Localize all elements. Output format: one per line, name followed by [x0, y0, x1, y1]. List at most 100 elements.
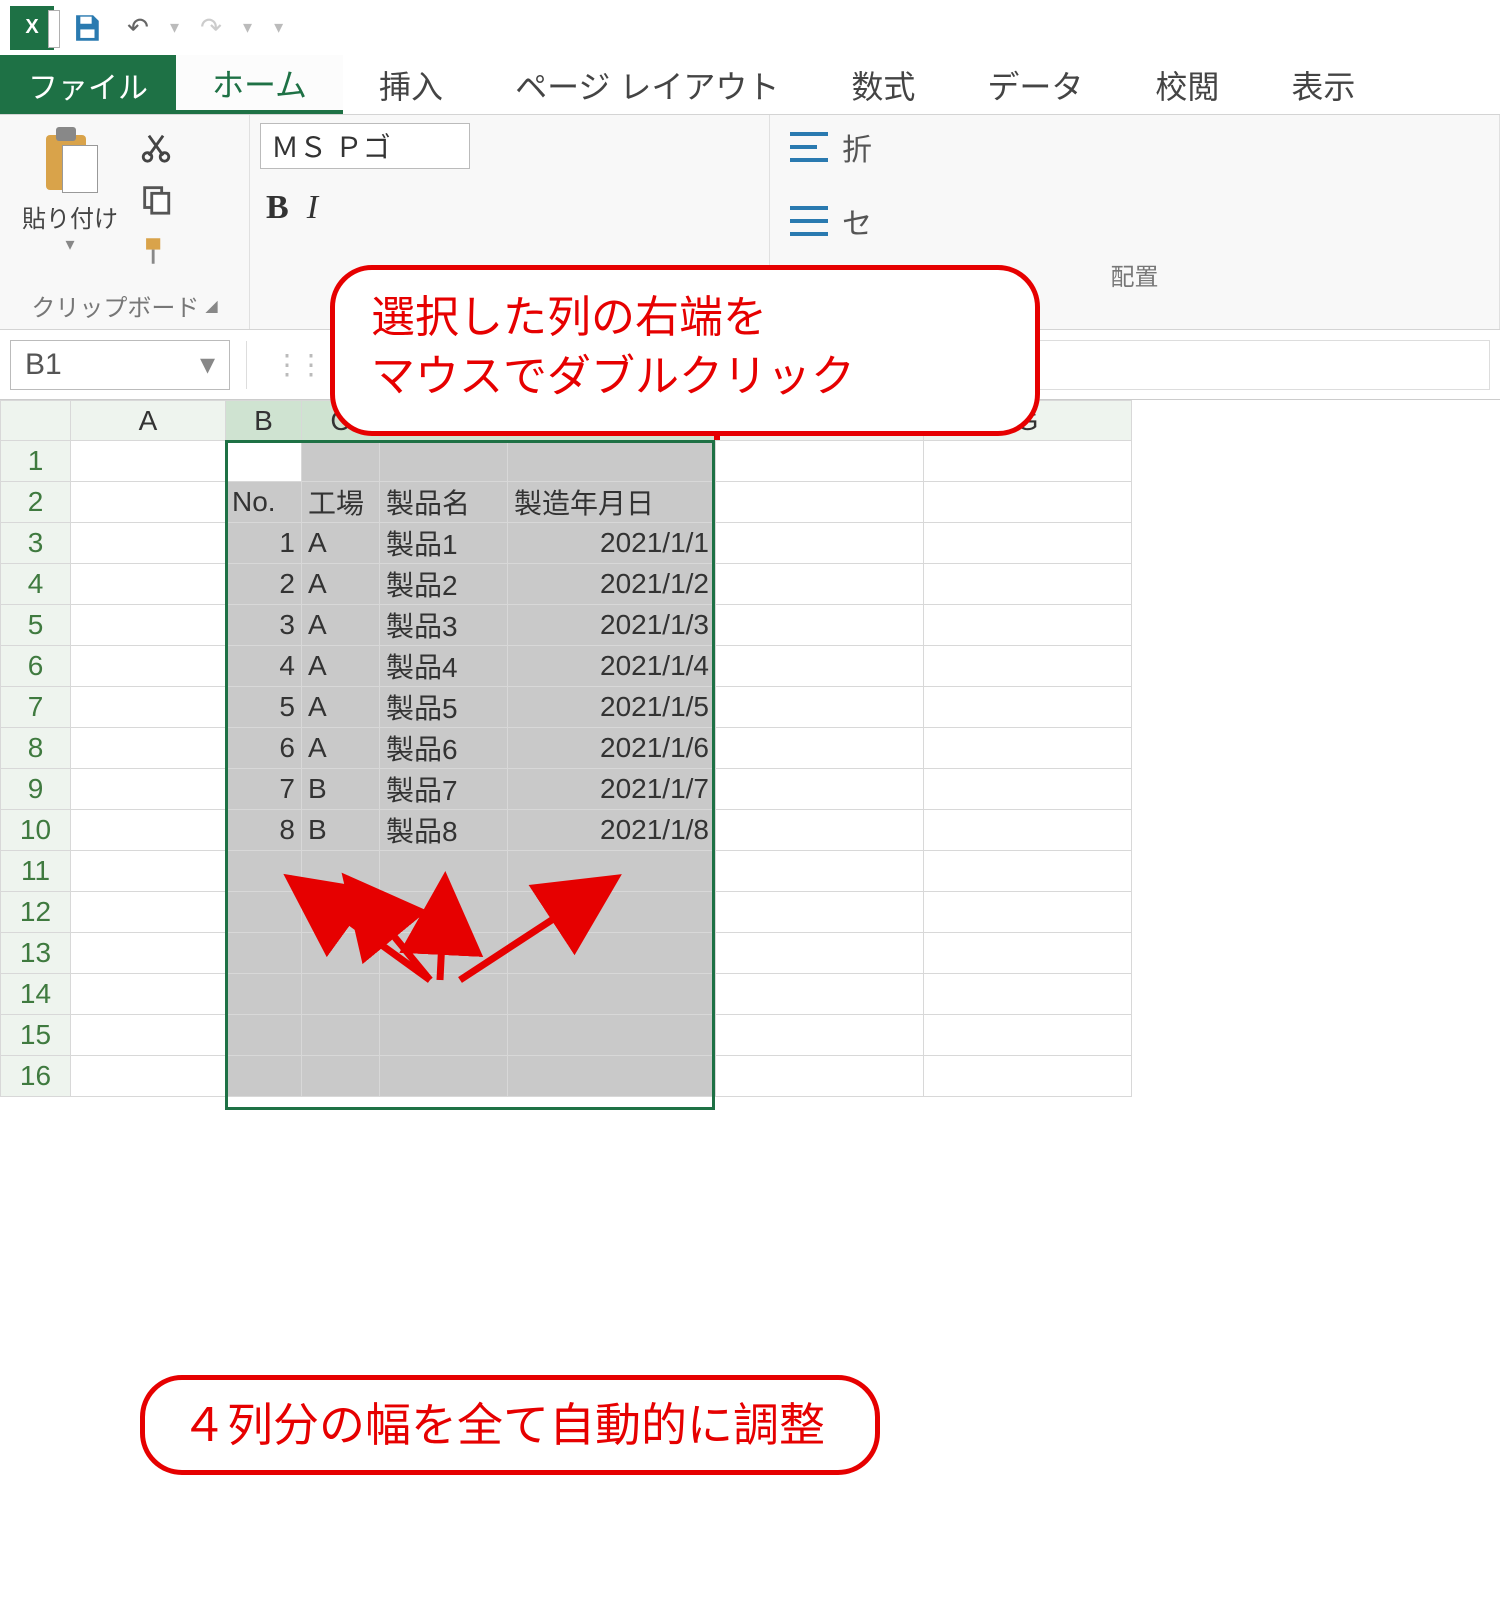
cell[interactable]: [924, 892, 1132, 933]
cell-selected[interactable]: A: [302, 605, 380, 646]
cell-selected[interactable]: [302, 1015, 380, 1056]
col-header-b[interactable]: B: [226, 401, 302, 441]
grid-row[interactable]: 1: [1, 441, 1132, 482]
row-header[interactable]: 5: [1, 605, 71, 646]
cell-selected[interactable]: B: [302, 769, 380, 810]
cell-selected[interactable]: 製品3: [380, 605, 508, 646]
dialog-launcher-icon[interactable]: ◢: [205, 296, 217, 316]
cell[interactable]: [924, 687, 1132, 728]
redo-button[interactable]: ↷: [191, 8, 231, 48]
cell[interactable]: [924, 933, 1132, 974]
cell-selected[interactable]: 製品6: [380, 728, 508, 769]
cell[interactable]: [716, 564, 924, 605]
cell[interactable]: [71, 728, 226, 769]
cell-selected[interactable]: 製造年月日: [508, 482, 716, 523]
cell[interactable]: [716, 892, 924, 933]
row-header[interactable]: 1: [1, 441, 71, 482]
cell-selected[interactable]: 2021/1/7: [508, 769, 716, 810]
cell[interactable]: [71, 933, 226, 974]
cell[interactable]: [71, 1056, 226, 1097]
cell[interactable]: [716, 646, 924, 687]
cell[interactable]: [716, 1015, 924, 1056]
tab-insert[interactable]: 挿入: [343, 55, 479, 114]
cell-selected[interactable]: [380, 933, 508, 974]
row-header[interactable]: 16: [1, 1056, 71, 1097]
cell[interactable]: [924, 974, 1132, 1015]
cell-selected[interactable]: 2: [226, 564, 302, 605]
col-header-a[interactable]: A: [71, 401, 226, 441]
cell-selected[interactable]: A: [302, 687, 380, 728]
grid-row[interactable]: 14: [1, 974, 1132, 1015]
cell-selected[interactable]: [302, 851, 380, 892]
grid-row[interactable]: 13: [1, 933, 1132, 974]
cell-selected[interactable]: 2021/1/5: [508, 687, 716, 728]
cell[interactable]: [71, 769, 226, 810]
cell[interactable]: [924, 646, 1132, 687]
row-header[interactable]: 12: [1, 892, 71, 933]
cell-selected[interactable]: No.: [226, 482, 302, 523]
tab-review[interactable]: 校閲: [1119, 55, 1255, 114]
cell[interactable]: [924, 605, 1132, 646]
row-header[interactable]: 11: [1, 851, 71, 892]
cell[interactable]: [924, 564, 1132, 605]
row-header[interactable]: 2: [1, 482, 71, 523]
cell-selected[interactable]: [226, 933, 302, 974]
cell-selected[interactable]: [302, 974, 380, 1015]
row-header[interactable]: 9: [1, 769, 71, 810]
cell[interactable]: [924, 441, 1132, 482]
cell-selected[interactable]: 1: [226, 523, 302, 564]
cell-selected[interactable]: [226, 892, 302, 933]
wrap-text-button[interactable]: 折: [790, 125, 1479, 169]
cell-selected[interactable]: [508, 892, 716, 933]
italic-button[interactable]: I: [307, 189, 318, 227]
cell[interactable]: [716, 687, 924, 728]
cell[interactable]: [716, 523, 924, 564]
cell-selected[interactable]: A: [302, 646, 380, 687]
qat-customize-icon[interactable]: ▾: [274, 17, 283, 38]
cell[interactable]: [716, 1056, 924, 1097]
cell-selected[interactable]: 製品8: [380, 810, 508, 851]
cell[interactable]: [716, 441, 924, 482]
row-header[interactable]: 13: [1, 933, 71, 974]
formula-bar-expand[interactable]: ⋮⋮: [273, 348, 321, 381]
tab-home[interactable]: ホーム: [176, 55, 343, 114]
grid-row[interactable]: 31A製品12021/1/1: [1, 523, 1132, 564]
cell-selected[interactable]: 製品名: [380, 482, 508, 523]
font-name-combo[interactable]: ＭＳ Ｐゴ: [260, 123, 470, 169]
cell-selected[interactable]: [302, 441, 380, 482]
select-all-corner[interactable]: [1, 401, 71, 441]
bold-button[interactable]: B: [266, 189, 289, 227]
grid-row[interactable]: 12: [1, 892, 1132, 933]
cell[interactable]: [71, 851, 226, 892]
cell[interactable]: [71, 892, 226, 933]
cell[interactable]: [924, 810, 1132, 851]
row-header[interactable]: 14: [1, 974, 71, 1015]
cell-selected[interactable]: [226, 851, 302, 892]
cell[interactable]: [71, 810, 226, 851]
cell-selected[interactable]: 2021/1/2: [508, 564, 716, 605]
grid-row[interactable]: 15: [1, 1015, 1132, 1056]
cell-selected[interactable]: 工場: [302, 482, 380, 523]
cell-selected[interactable]: A: [302, 523, 380, 564]
grid-row[interactable]: 86A製品62021/1/6: [1, 728, 1132, 769]
cell-selected[interactable]: 4: [226, 646, 302, 687]
cell[interactable]: [716, 851, 924, 892]
cell-selected[interactable]: [508, 851, 716, 892]
cell-selected[interactable]: 6: [226, 728, 302, 769]
cell-selected[interactable]: 製品1: [380, 523, 508, 564]
format-painter-button[interactable]: [134, 229, 178, 273]
cell-selected[interactable]: 2021/1/6: [508, 728, 716, 769]
cell-selected[interactable]: 2021/1/8: [508, 810, 716, 851]
cell[interactable]: [716, 605, 924, 646]
tab-data[interactable]: データ: [951, 55, 1119, 114]
tab-formulas[interactable]: 数式: [815, 55, 951, 114]
cell-selected[interactable]: [508, 1015, 716, 1056]
cell-selected[interactable]: [508, 974, 716, 1015]
cell[interactable]: [71, 564, 226, 605]
cell[interactable]: [71, 605, 226, 646]
cell-selected[interactable]: 7: [226, 769, 302, 810]
cell-selected[interactable]: [508, 441, 716, 482]
row-header[interactable]: 3: [1, 523, 71, 564]
paste-button[interactable]: 貼り付け: [22, 199, 118, 234]
cell[interactable]: [71, 1015, 226, 1056]
